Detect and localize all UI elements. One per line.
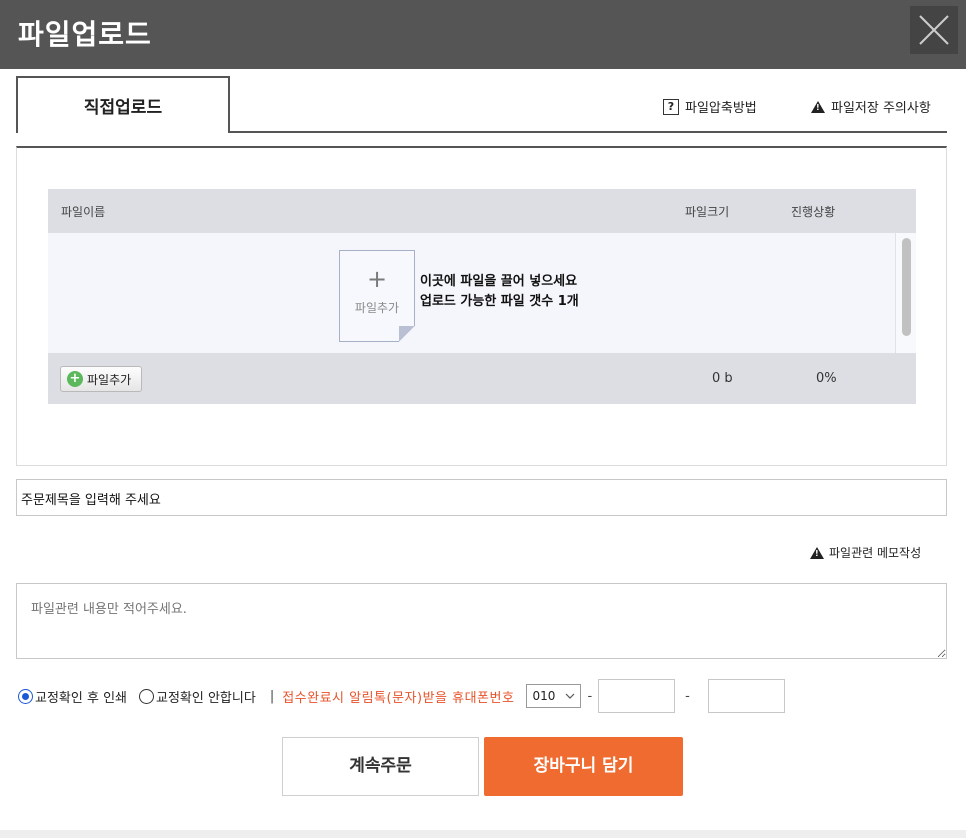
drop-instruction-line1: 이곳에 파일을 끌어 넣으세요 — [420, 274, 578, 289]
phone-prefix-select[interactable]: 010 — [526, 684, 582, 708]
order-title-input[interactable]: 주문제목을 입력해 주세요 — [16, 479, 947, 516]
phone-dash-1: - — [587, 688, 593, 704]
phone-middle-input[interactable] — [598, 679, 676, 713]
separator: | — [269, 688, 275, 704]
file-add-drop-icon[interactable]: + 파일추가 — [339, 250, 415, 342]
proof-skip-label[interactable]: 교정확인 안합니다 — [156, 687, 256, 706]
save-caution-link[interactable]: 파일저장 주의사항 — [811, 97, 931, 116]
close-icon — [919, 15, 949, 45]
tab-direct-upload-label: 직접업로드 — [83, 98, 163, 118]
file-table-footer: + 파일추가 0 b 0% — [48, 353, 916, 404]
file-table: 파일이름 파일크기 진행상황 + 파일추가 이곳에 파일을 끌어 넣으세요 업로… — [48, 189, 916, 404]
notify-phone-label: 접수완료시 알림톡(문자)받을 휴대폰번호 — [282, 690, 515, 706]
options-row: 교정확인 후 인쇄 교정확인 안합니다 | 접수완료시 알림톡(문자)받을 휴대… — [18, 678, 785, 714]
header-file-name: 파일이름 — [61, 205, 106, 219]
header-progress: 진행상황 — [791, 205, 836, 219]
file-drop-zone[interactable]: + 파일추가 이곳에 파일을 끌어 넣으세요 업로드 가능한 파일 갯수 1개 — [48, 233, 916, 353]
header-file-size: 파일크기 — [685, 205, 730, 219]
file-table-header: 파일이름 파일크기 진행상황 — [48, 189, 916, 233]
radio-proof-skip[interactable] — [139, 688, 154, 704]
chevron-down-icon — [566, 693, 575, 699]
drop-count-value: 1개 — [557, 294, 579, 309]
drop-instructions: 이곳에 파일을 끌어 넣으세요 업로드 가능한 파일 갯수 1개 — [420, 272, 579, 312]
titlebar: 파일업로드 — [0, 0, 966, 69]
total-size: 0 b — [712, 371, 733, 386]
compress-help-label: 파일압축방법 — [685, 101, 757, 116]
question-icon: ? — [663, 98, 679, 115]
tab-divider — [230, 131, 947, 133]
green-plus-icon: + — [67, 371, 83, 387]
warning-icon — [811, 100, 825, 113]
compress-help-link[interactable]: ? 파일압축방법 — [663, 97, 757, 116]
scrollbar-thumb[interactable] — [902, 238, 911, 336]
memo-link-label: 파일관련 메모작성 — [829, 546, 922, 560]
drop-icon-label: 파일추가 — [354, 301, 400, 315]
proof-print-label[interactable]: 교정확인 후 인쇄 — [35, 687, 127, 706]
warning-icon — [810, 546, 824, 559]
plus-icon: + — [366, 265, 388, 293]
page-fold-icon — [399, 326, 415, 342]
continue-order-button[interactable]: 계속주문 — [282, 737, 479, 796]
save-caution-label: 파일저장 주의사항 — [831, 101, 931, 116]
phone-last-input[interactable] — [707, 679, 785, 713]
file-list-scrollbar[interactable] — [895, 233, 916, 353]
phone-prefix-value: 010 — [532, 689, 556, 703]
drop-count-prefix: 업로드 가능한 파일 갯수 — [420, 294, 558, 309]
add-file-button-label: 파일추가 — [87, 372, 132, 387]
radio-proof-print[interactable] — [18, 688, 33, 704]
bottom-strip — [0, 830, 966, 838]
add-to-cart-button[interactable]: 장바구니 담기 — [484, 737, 683, 796]
memo-textarea[interactable] — [16, 583, 947, 659]
drop-instruction-line2: 업로드 가능한 파일 갯수 1개 — [420, 292, 579, 312]
phone-dash-2: - — [685, 688, 690, 704]
total-progress: 0% — [816, 371, 837, 386]
tab-direct-upload[interactable]: 직접업로드 — [16, 76, 230, 133]
window-title: 파일업로드 — [18, 18, 152, 51]
close-button[interactable] — [910, 6, 958, 54]
add-file-button[interactable]: + 파일추가 — [60, 366, 143, 392]
memo-link[interactable]: 파일관련 메모작성 — [810, 544, 921, 561]
